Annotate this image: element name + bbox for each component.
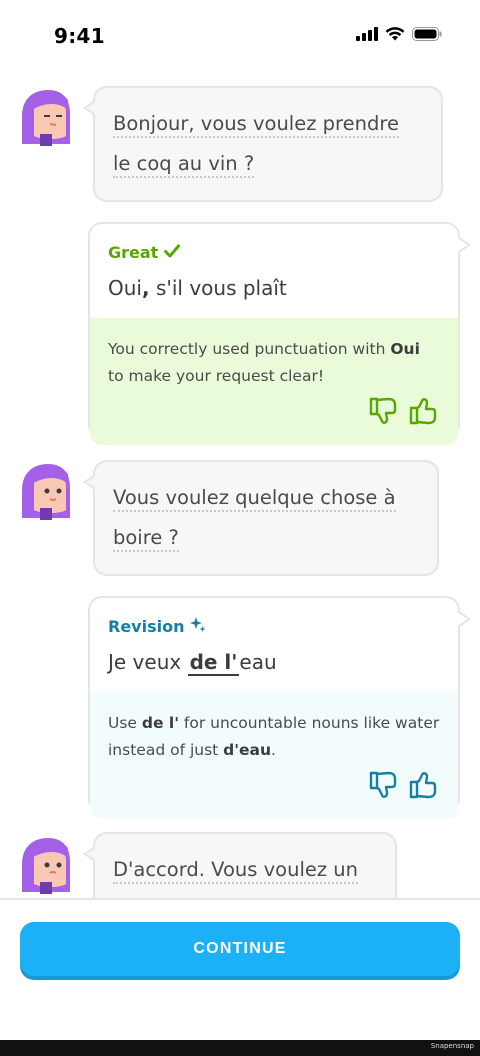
chat-transcript[interactable]: Bonjour, vous voulez prendre le coq au v… [0, 70, 480, 898]
footer: CONTINUE [0, 898, 480, 1040]
feedback-highlight: Oui [390, 340, 420, 358]
wifi-icon [385, 26, 405, 45]
sparkle-icon [190, 616, 206, 636]
rating-buttons [108, 390, 440, 435]
status-bar: 9:41 [0, 0, 480, 70]
character-avatar [20, 462, 74, 522]
continue-button[interactable]: CONTINUE [20, 922, 460, 976]
answer-word: Je veux [108, 650, 188, 674]
message-line[interactable]: le coq au vin ? [113, 152, 255, 178]
rating-buttons [108, 764, 440, 809]
feedback-panel: Use de l' for uncountable nouns like wat… [90, 692, 458, 819]
answer-word: Oui [108, 276, 142, 300]
character-bubble: Bonjour, vous voulez prendre le coq au v… [83, 86, 443, 202]
thumbs-down-icon[interactable] [368, 396, 400, 435]
answer-correction: de l' [187, 650, 240, 676]
status-label: Revision [108, 614, 440, 638]
user-answer: Je veux de l' eau [108, 648, 440, 692]
message-line[interactable]: Bonjour, vous voulez prendre [113, 112, 399, 138]
answer-card-revision: Revision Je veux de l' eau Use de l' for … [88, 596, 471, 819]
watermark-text: Snapensnap [430, 1042, 474, 1050]
character-avatar [20, 836, 74, 896]
user-answer: Oui, s'il vous plaît [108, 274, 440, 318]
feedback-highlight: de l' [141, 714, 179, 732]
feedback-highlight: d'eau [223, 741, 272, 759]
answer-rest: eau [239, 650, 277, 674]
status-text: Great [108, 242, 159, 262]
character-avatar [20, 88, 74, 148]
answer-rest: s'il vous plaît [149, 276, 287, 300]
check-icon [164, 243, 181, 262]
character-bubble: D'accord. Vous voulez un [83, 832, 397, 898]
answer-card-great: Great Oui, s'il vous plaît You correctly… [88, 222, 471, 445]
message-line[interactable]: boire ? [113, 526, 179, 552]
message-line[interactable]: Vous voulez quelque chose à [113, 486, 396, 512]
feedback-text: You correctly used punctuation with Oui … [108, 336, 440, 390]
feedback-part: Use [108, 714, 142, 732]
status-label: Great [108, 240, 440, 264]
character-message: Vous voulez quelque chose à boire ? [113, 478, 419, 558]
feedback-part: to make your request clear! [108, 367, 325, 385]
message-line[interactable]: D'accord. Vous voulez un [113, 858, 359, 884]
feedback-part: . [271, 741, 276, 759]
feedback-panel: You correctly used punctuation with Oui … [90, 318, 458, 445]
status-text: Revision [108, 616, 185, 636]
thumbs-up-icon[interactable] [408, 396, 440, 435]
answer-punctuation: , [141, 276, 150, 300]
status-icons [356, 26, 442, 45]
battery-icon [412, 26, 442, 45]
thumbs-down-icon[interactable] [368, 770, 400, 809]
feedback-part: You correctly used punctuation with [108, 340, 391, 358]
character-message: Bonjour, vous voulez prendre le coq au v… [113, 104, 423, 184]
signal-icon [356, 26, 378, 45]
status-time: 9:41 [54, 24, 105, 48]
character-bubble: Vous voulez quelque chose à boire ? [83, 460, 439, 576]
character-message: D'accord. Vous voulez un [113, 850, 377, 890]
watermark-bar: Snapensnap [0, 1040, 480, 1056]
thumbs-up-icon[interactable] [408, 770, 440, 809]
feedback-text: Use de l' for uncountable nouns like wat… [108, 710, 440, 764]
